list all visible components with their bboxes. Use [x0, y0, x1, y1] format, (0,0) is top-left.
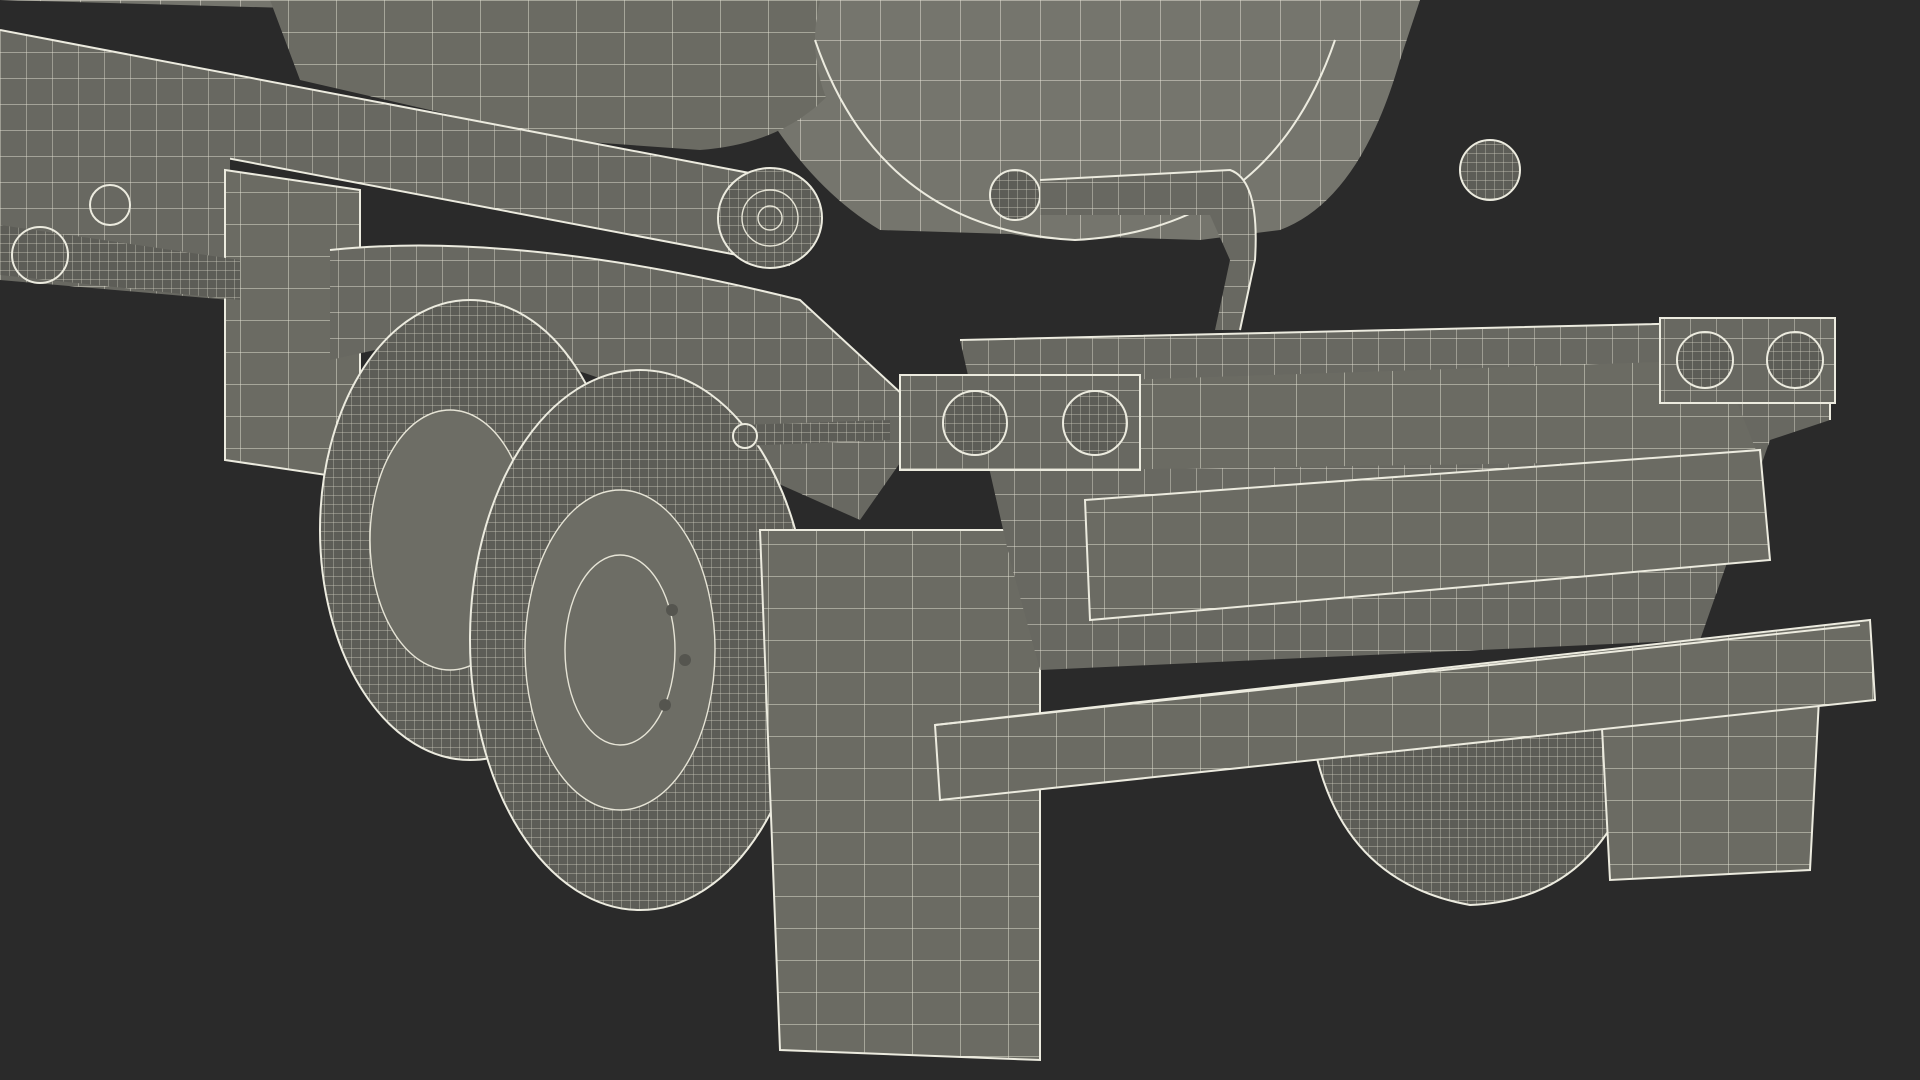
tail-light-bar-right	[1659, 317, 1836, 404]
wireframe-tanker-trailer-render	[0, 0, 1877, 1062]
mud-flap-left	[758, 529, 1041, 1062]
rear-tire-outer	[469, 369, 811, 911]
tail-light-bar-left	[899, 374, 1141, 471]
